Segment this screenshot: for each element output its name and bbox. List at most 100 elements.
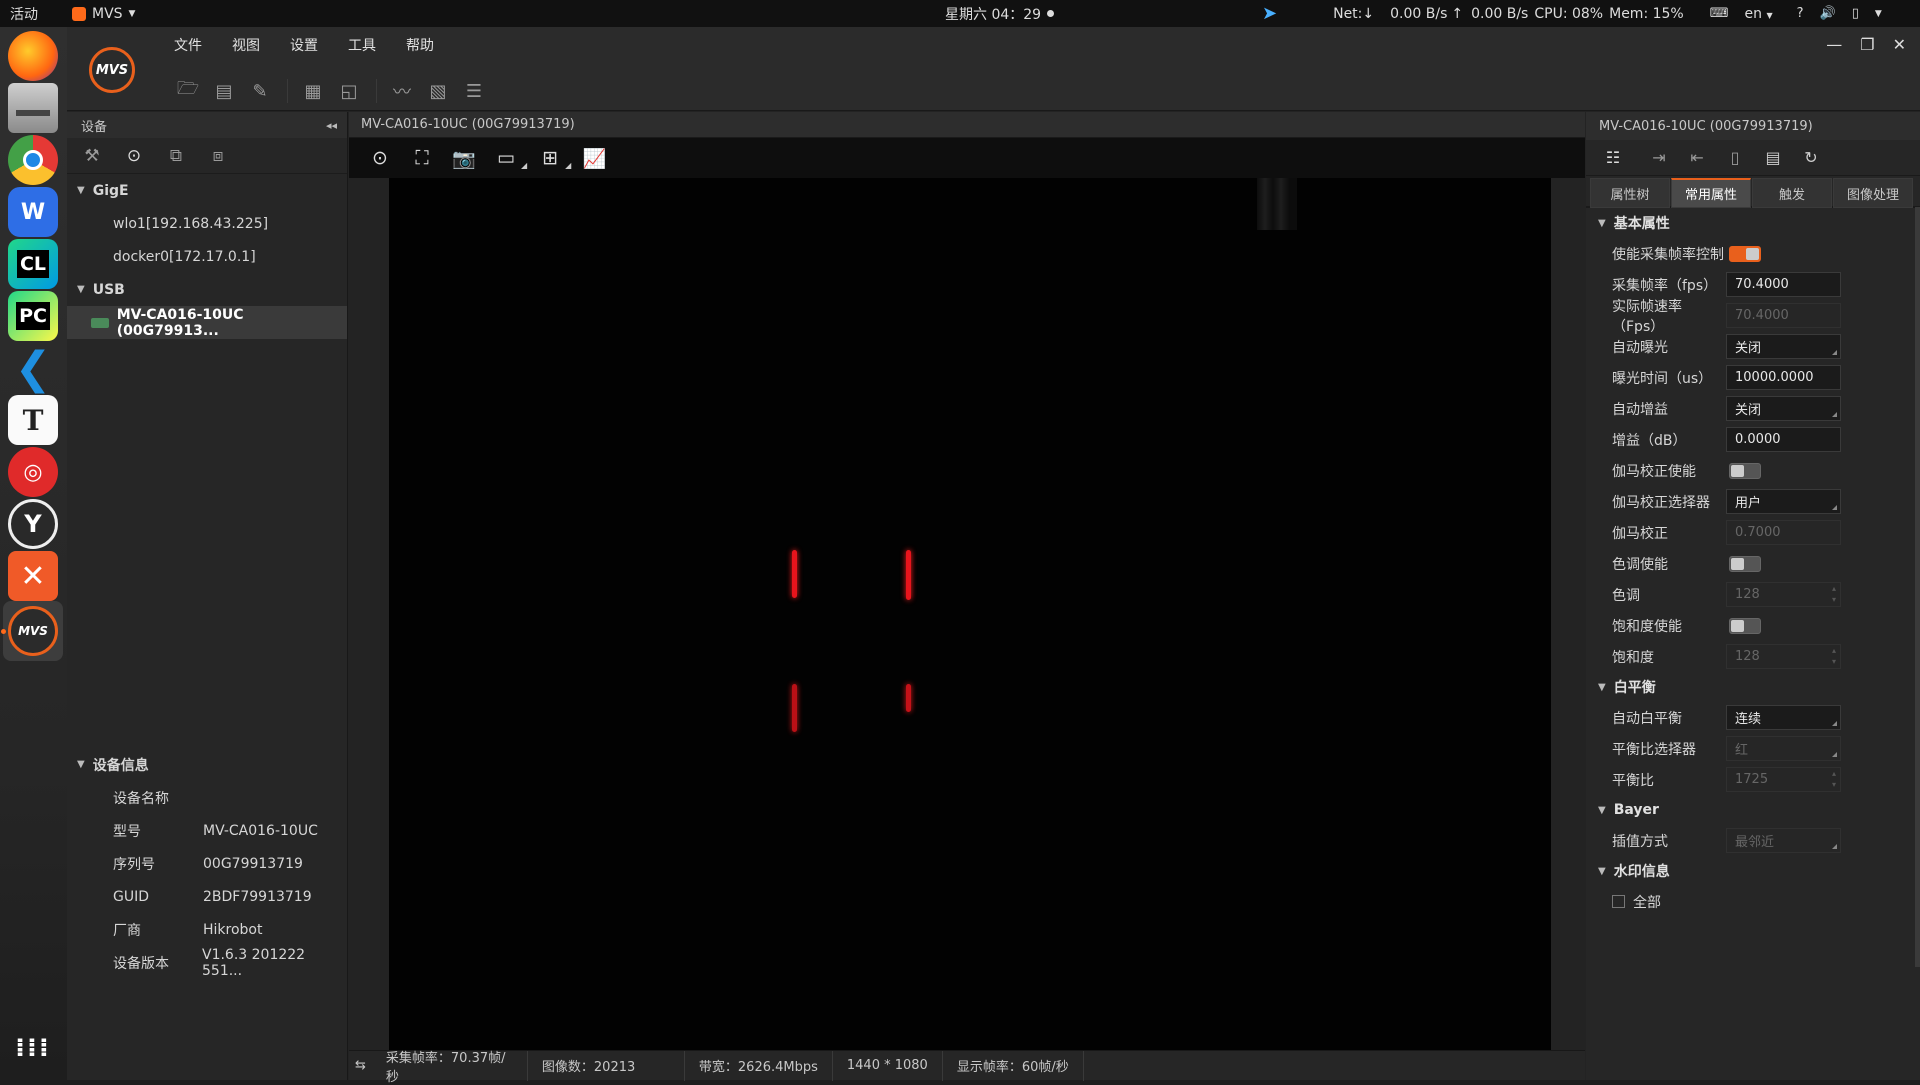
typora-icon[interactable]: T [8, 395, 58, 445]
keyboard-icon[interactable]: ⌨ [1710, 6, 1729, 21]
tree-group-usb[interactable]: ▼ USB [67, 273, 347, 306]
app-grid-icon[interactable]: ⁞⁞⁞ [8, 1023, 58, 1073]
app-menu[interactable]: MVS ▼ [72, 6, 135, 22]
prop-label: 色调使能 [1612, 556, 1668, 573]
tree-item-camera[interactable]: MV-CA016-10UC (00G79913... [67, 306, 347, 339]
section-white-balance[interactable]: ▼ 白平衡 [1586, 672, 1920, 702]
save-icon[interactable]: ▤ [207, 74, 241, 108]
camera-snapshot-icon[interactable]: 📷 [447, 141, 481, 175]
menu-file[interactable]: 文件 [174, 35, 202, 55]
lang-indicator[interactable]: en ▼ [1745, 6, 1773, 22]
section-watermark[interactable]: ▼ 水印信息 [1586, 856, 1920, 886]
menu-help[interactable]: 帮助 [406, 35, 434, 55]
save-as-icon[interactable]: ✎ [243, 74, 277, 108]
ubuntu-software-icon[interactable]: Y [8, 499, 58, 549]
power-menu-icon[interactable]: ▼ [1875, 9, 1882, 19]
chrome-icon[interactable] [8, 135, 58, 185]
copy-device-icon[interactable]: ⧉ [159, 139, 193, 173]
auto-white-balance-select[interactable]: 连续 [1726, 705, 1841, 730]
stop-icon[interactable]: ⊙ [363, 141, 397, 175]
xmind-icon[interactable]: ✕ [8, 551, 58, 601]
section-basic[interactable]: ▼ 基本属性 [1586, 208, 1920, 238]
files-icon[interactable] [8, 83, 58, 133]
prop-label: 插值方式 [1612, 833, 1668, 850]
open-folder-icon[interactable]: 🗁 [171, 74, 205, 108]
tab-image-processing[interactable]: 图像处理 [1833, 178, 1913, 208]
volume-icon[interactable]: 🔊 [1820, 6, 1836, 21]
save-params-icon[interactable]: ▤ [1756, 141, 1790, 175]
prop-gamma-enable: 伽马校正使能 [1586, 455, 1920, 486]
clock-text: 星期六 04：29 [945, 6, 1042, 23]
info-value: 2BDF79913719 [203, 888, 312, 905]
close-icon[interactable]: ✕ [1893, 35, 1906, 54]
tree-group-gige[interactable]: ▼ GigE [67, 174, 347, 207]
frame-rate-input[interactable]: 70.4000 [1726, 272, 1841, 297]
menu-view[interactable]: 视图 [232, 35, 260, 55]
log-icon[interactable]: ☰ [457, 74, 491, 108]
menu-settings[interactable]: 设置 [290, 35, 318, 55]
list-view-icon[interactable]: ☷ [1596, 141, 1630, 175]
send-icon[interactable]: ➤ [1262, 3, 1277, 24]
import-icon[interactable]: ⇥ [1642, 141, 1676, 175]
property-toolbar: ☷ ⇥ ⇤ ▯ ▤ ↻ [1586, 140, 1920, 176]
all-checkbox[interactable] [1612, 895, 1625, 908]
prop-label: 饱和度 [1612, 649, 1654, 666]
status-menu-icon[interactable]: ⇆ [349, 1051, 372, 1081]
tree-item-wlo1[interactable]: wlo1[192.168.43.225] [67, 207, 347, 240]
document-icon[interactable]: ▯ [1718, 141, 1752, 175]
tree-item-docker0[interactable]: docker0[172.17.0.1] [67, 240, 347, 273]
pycharm-icon[interactable]: PC [8, 291, 58, 341]
mvs-icon[interactable]: MVS [8, 606, 58, 656]
camera-image[interactable] [389, 178, 1551, 1050]
dropdown-arrow-icon[interactable]: ◢ [521, 161, 527, 170]
prop-saturation-enable: 饱和度使能 [1586, 610, 1920, 641]
auto-exposure-select[interactable]: 关闭 [1726, 334, 1841, 359]
section-bayer[interactable]: ▼ Bayer [1586, 795, 1920, 825]
exposure-time-input[interactable]: 10000.0000 [1726, 365, 1841, 390]
minimize-icon[interactable]: — [1826, 35, 1842, 54]
multi-view-icon[interactable]: ▦ [296, 74, 330, 108]
interpolation-select: 最邻近 [1726, 828, 1841, 853]
section-title: 水印信息 [1613, 864, 1670, 880]
tab-trigger[interactable]: 触发 [1752, 178, 1832, 208]
battery-icon[interactable]: ▯ [1852, 6, 1859, 21]
collapse-panel-icon[interactable]: ◂◂ [326, 119, 337, 132]
gain-input[interactable]: 0.0000 [1726, 427, 1841, 452]
record-video-icon[interactable]: ▭ [489, 141, 523, 175]
gamma-selector-select[interactable]: 用户 [1726, 489, 1841, 514]
system-top-bar: 活动 MVS ▼ 星期六 04：29 ➤ Net:↓ 0.00 B/s ↑ 0.0… [0, 0, 1920, 27]
export-icon[interactable]: ⇤ [1680, 141, 1714, 175]
image-stats-icon[interactable]: ▧ [421, 74, 455, 108]
fit-window-icon[interactable]: ⛶ [405, 141, 439, 175]
saturation-enable-toggle[interactable] [1729, 617, 1761, 634]
cpu-usage: CPU: 08% [1534, 5, 1604, 22]
vscode-icon[interactable]: ❮ [8, 343, 58, 394]
clock[interactable]: 星期六 04：29 [945, 4, 1055, 24]
activities-button[interactable]: 活动 [10, 4, 50, 24]
property-scrollbar[interactable] [1915, 207, 1920, 967]
refresh-icon[interactable]: ↻ [1794, 141, 1828, 175]
tab-common-properties[interactable]: 常用属性 [1671, 178, 1751, 208]
histogram-icon[interactable]: 📈 [577, 141, 611, 175]
hue-enable-toggle[interactable] [1729, 555, 1761, 572]
connect-icon[interactable]: ⚒ [75, 139, 109, 173]
menu-tools[interactable]: 工具 [348, 35, 376, 55]
gamma-enable-toggle[interactable] [1729, 462, 1761, 479]
grid-overlay-icon[interactable]: ⊞ [533, 141, 567, 175]
dock: W CL PC ❮ T ◎ Y ✕ MVS ⁞⁞⁞ [0, 27, 67, 1080]
firefox-icon[interactable] [8, 31, 58, 81]
help-icon[interactable]: ? [1797, 6, 1804, 21]
stop-grab-icon[interactable]: ⊙ [117, 139, 151, 173]
waveform-icon[interactable]: 〰 [385, 74, 419, 108]
batch-icon[interactable]: ⧈ [201, 139, 235, 173]
restore-icon[interactable]: ❐ [1860, 35, 1874, 54]
device-info-header[interactable]: ▼ 设备信息 [67, 748, 348, 781]
auto-gain-select[interactable]: 关闭 [1726, 396, 1841, 421]
clion-icon[interactable]: CL [8, 239, 58, 289]
frame-rate-enable-toggle[interactable] [1729, 245, 1761, 262]
tab-property-tree[interactable]: 属性树 [1590, 178, 1670, 208]
wps-icon[interactable]: W [8, 187, 58, 237]
fullscreen-icon[interactable]: ◱ [332, 74, 366, 108]
netease-music-icon[interactable]: ◎ [8, 447, 58, 497]
dropdown-arrow-icon[interactable]: ◢ [565, 161, 571, 170]
